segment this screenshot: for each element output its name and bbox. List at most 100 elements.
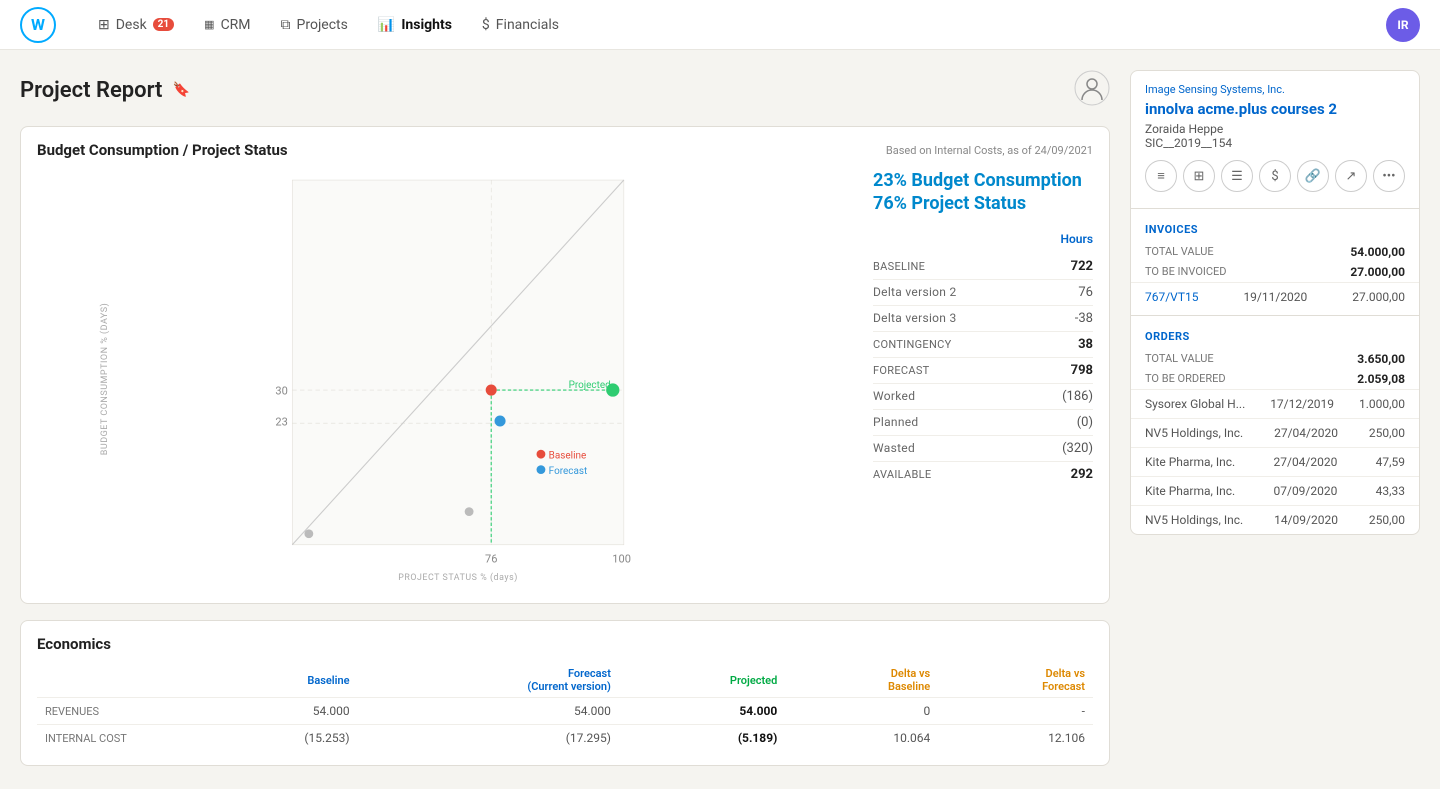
avatar[interactable]: IR [1386,8,1420,42]
chart-wrapper: BUDGET CONSUMPTION % (days) [37,169,857,589]
contingency-label: CONTINGENCY [873,338,951,351]
budget-card-title: Budget Consumption / Project Status [37,141,288,159]
project-person: Zoraida Heppe [1145,122,1405,136]
invoice-item-1: 767/VT15 19/11/2020 27.000,00 [1131,282,1419,311]
action-link[interactable]: 🔗 [1297,160,1329,192]
nav-item-financials[interactable]: $ Financials [470,11,571,39]
data-row-wasted: Wasted (320) [873,436,1093,462]
action-dollar[interactable]: $ [1259,160,1291,192]
person-icon[interactable] [1074,70,1110,110]
order-date-1: 17/12/2019 [1270,397,1334,411]
order-item-2: NV5 Holdings, Inc. 27/04/2020 250,00 [1131,418,1419,447]
data-row-worked: Worked (186) [873,384,1093,410]
eco-cost-delta-baseline: 10.064 [785,725,938,752]
budget-card-subtitle: Based on Internal Costs, as of 24/09/202… [886,144,1093,157]
project-name: innolva acme.plus courses 2 [1145,100,1405,118]
eco-col-forecast: Forecast(Current version) [358,663,619,698]
invoice-ref-1: 767/VT15 [1145,290,1198,304]
order-amount-2: 250,00 [1369,426,1405,440]
data-row-baseline: BASELINE 722 [873,254,1093,280]
baseline-label: BASELINE [873,260,925,273]
svg-text:23: 23 [275,415,287,428]
svg-text:76: 76 [485,552,497,565]
economics-table-wrapper: Baseline Forecast(Current version) Proje… [21,663,1109,765]
economics-title: Economics [21,621,1109,663]
action-layers[interactable]: ≡ [1145,160,1177,192]
order-date-3: 27/04/2020 [1274,455,1338,469]
wasted-label: Wasted [873,441,915,455]
forecast-value: 798 [1071,363,1093,378]
eco-revenues-forecast: 54.000 [358,698,619,725]
eco-col-delta-baseline: Delta vsBaseline [785,663,938,698]
order-amount-5: 250,00 [1369,513,1405,527]
eco-col-projected: Projected [619,663,785,698]
main-content: Project Report 🔖 Budget Consumption / Pr… [0,50,1440,782]
project-ref: SIC__2019__154 [1145,136,1405,150]
order-amount-4: 43,33 [1376,484,1405,498]
data-row-delta3: Delta version 3 -38 [873,306,1093,332]
order-amount-3: 47,59 [1376,455,1405,469]
divider-1 [1131,208,1419,209]
eco-revenues-delta-baseline: 0 [785,698,938,725]
eco-cost-projected: (5.189) [619,725,785,752]
budget-card-header: Budget Consumption / Project Status Base… [21,127,1109,169]
eco-col-delta-forecast: Delta vsForecast [938,663,1093,698]
order-ref-4: Kite Pharma, Inc. [1145,484,1235,498]
nav-label-crm: CRM [221,17,251,33]
bookmark-icon[interactable]: 🔖 [172,82,189,98]
top-navigation: W ⊞ Desk 21 ▦ CRM ⧉ Projects 📊 Insights … [0,0,1440,50]
data-row-delta2: Delta version 2 76 [873,280,1093,306]
planned-value: (0) [1077,415,1093,430]
eco-row-revenues: REVENUES 54.000 54.000 54.000 0 - [37,698,1093,725]
invoices-total-row: TOTAL VALUE 54.000,00 [1131,242,1419,262]
svg-text:Projected: Projected [569,380,611,391]
data-row-forecast: FORECAST 798 [873,358,1093,384]
orders-total-value: 3.650,00 [1357,352,1405,366]
eco-label-internal-cost: INTERNAL COST [37,725,197,752]
baseline-value: 722 [1071,259,1093,274]
order-item-1: Sysorex Global H... 17/12/2019 1.000,00 [1131,389,1419,418]
action-grid[interactable]: ⊞ [1183,160,1215,192]
nav-item-desk[interactable]: ⊞ Desk 21 [86,11,186,39]
orders-total-label: TOTAL VALUE [1145,352,1214,366]
action-more[interactable]: ••• [1373,160,1405,192]
orders-tbo-value: 2.059,08 [1357,372,1405,386]
invoices-total-label: TOTAL VALUE [1145,245,1214,259]
project-company: Image Sensing Systems, Inc. [1145,83,1405,96]
data-row-available: AVAILABLE 292 [873,462,1093,487]
eco-row-internal-cost: INTERNAL COST (15.253) (17.295) (5.189) … [37,725,1093,752]
order-amount-1: 1.000,00 [1359,397,1405,411]
order-ref-2: NV5 Holdings, Inc. [1145,426,1243,440]
invoice-amount-1: 27.000,00 [1352,290,1405,304]
nav-label-desk: Desk [116,17,147,33]
desk-icon: ⊞ [98,17,110,33]
nav-item-insights[interactable]: 📊 Insights [366,11,464,39]
y-axis-label: BUDGET CONSUMPTION % (days) [100,303,110,455]
delta3-value: -38 [1075,311,1093,326]
worked-label: Worked [873,389,915,403]
nav-item-projects[interactable]: ⧉ Projects [269,11,360,39]
project-actions: ≡ ⊞ ☰ $ 🔗 ↗ ••• [1145,160,1405,192]
eco-col-label [37,663,197,698]
eco-revenues-baseline: 54.000 [197,698,358,725]
orders-section-label: ORDERS [1131,320,1419,349]
nav-item-crm[interactable]: ▦ CRM [192,11,262,39]
nav-label-insights: Insights [401,17,452,33]
insights-icon: 📊 [378,17,395,33]
eco-cost-delta-forecast: 12.106 [938,725,1093,752]
invoices-section-label: INVOICES [1131,213,1419,242]
budget-chart: 30 23 76 100 [37,169,857,589]
economics-card: Economics Baseline Forecast(Current vers… [20,620,1110,766]
economics-table: Baseline Forecast(Current version) Proje… [37,663,1093,751]
logo[interactable]: W [20,7,56,43]
invoices-total-value: 54.000,00 [1350,245,1405,259]
order-item-3: Kite Pharma, Inc. 27/04/2020 47,59 [1131,447,1419,476]
available-value: 292 [1071,467,1093,482]
eco-col-baseline: Baseline [197,663,358,698]
order-ref-5: NV5 Holdings, Inc. [1145,513,1243,527]
pct-budget: 23% Budget Consumption [873,169,1093,192]
action-list[interactable]: ☰ [1221,160,1253,192]
action-share[interactable]: ↗ [1335,160,1367,192]
order-date-4: 07/09/2020 [1274,484,1338,498]
order-date-2: 27/04/2020 [1274,426,1338,440]
